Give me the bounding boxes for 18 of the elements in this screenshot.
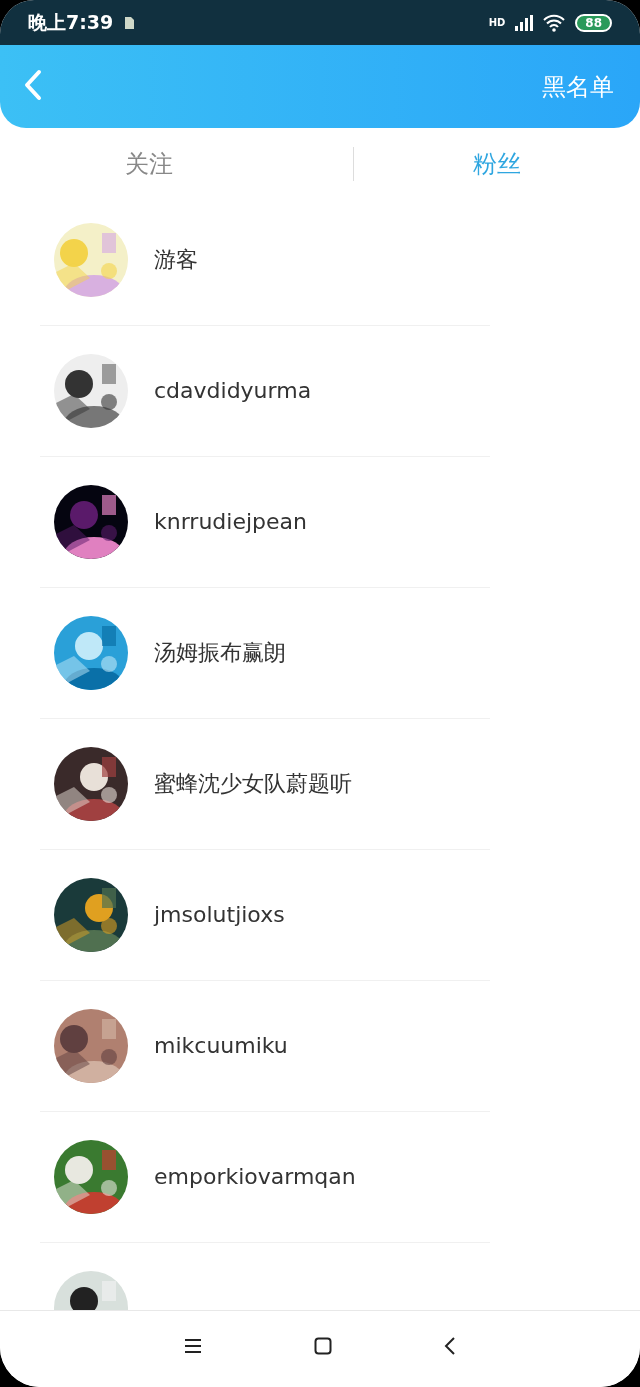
fan-name: 蜜蜂沈少女队蔚题听 [154,769,352,798]
network-type: HD [488,17,506,28]
fan-name: mikcuumiku [154,1033,288,1058]
fan-name: emporkiovarmqan [154,1164,356,1189]
fan-name: cdavdidyurma [154,378,312,403]
fan-name: jmsolutjioxs [154,902,285,927]
fan-name: 游客 [154,245,198,274]
sim-card-icon [123,15,136,30]
back-button[interactable] [444,1337,456,1355]
status-time: 晚上7:39 [28,9,114,35]
fan-name: 汤姆振布赢朗 [154,638,286,667]
fan-name: knrrudiejpean [154,509,307,534]
battery-level: 88 [575,13,612,32]
home-button[interactable] [314,1337,332,1355]
blacklist-button[interactable]: 黑名单 [542,70,614,103]
wifi-icon [543,13,566,32]
signal-icon [515,14,534,31]
menu-button[interactable] [184,1338,202,1354]
